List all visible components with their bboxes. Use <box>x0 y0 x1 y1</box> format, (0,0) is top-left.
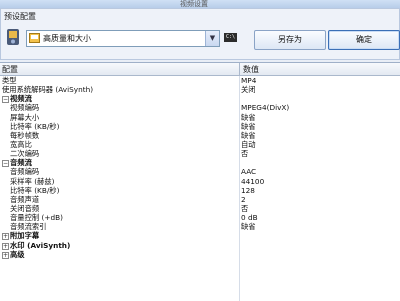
grid-property-row[interactable]: 宽高比 自动 <box>0 140 400 149</box>
preset-select[interactable]: 高质量和大小 ▼ <box>26 30 220 47</box>
property-name: 音频流 <box>10 158 32 168</box>
property-value[interactable]: MP4 <box>241 76 256 85</box>
grid-property-row[interactable]: 音频声道 2 <box>0 195 400 204</box>
ok-button[interactable]: 确定 <box>328 30 400 50</box>
preset-group: 预设配置 高质量和大小 ▼ C:\ 另存为 确定 <box>0 8 400 60</box>
property-name: 比特率 (KB/秒) <box>10 185 60 195</box>
grid-header: 配置 数值 <box>0 63 400 76</box>
property-name: 水印 (AviSynth) <box>10 240 71 250</box>
property-name: 视频流 <box>10 94 32 104</box>
grid-property-row[interactable]: 每秒帧数 缺省 <box>0 131 400 140</box>
collapse-icon[interactable]: − <box>2 96 9 104</box>
property-value[interactable]: 否 <box>241 149 248 158</box>
property-value[interactable]: MPEG4(DivX) <box>241 103 289 112</box>
grid-property-row[interactable]: 使用系统解码器 (AviSynth) 关闭 <box>0 85 400 94</box>
grid-property-row[interactable]: 屏幕大小 缺省 <box>0 113 400 122</box>
grid-property-row[interactable]: 二次编码 否 <box>0 149 400 158</box>
grid-property-row[interactable]: 比特率 (KB/秒) 缺省 <box>0 122 400 131</box>
preset-item-icon <box>29 33 40 43</box>
property-name: 关闭音频 <box>10 203 40 213</box>
grid-category-row[interactable]: + 水印 (AviSynth) <box>0 241 400 250</box>
property-value[interactable]: 2 <box>241 195 246 204</box>
property-name: 类型 <box>2 76 17 85</box>
property-value[interactable]: AAC <box>241 167 256 176</box>
property-name: 音量控制 (+dB) <box>10 213 63 223</box>
grid-property-row[interactable]: 音频流索引 缺省 <box>0 222 400 231</box>
grid-property-row[interactable]: 类型 MP4 <box>0 76 400 85</box>
grid-property-row[interactable]: 比特率 (KB/秒) 128 <box>0 186 400 195</box>
preset-device-icon <box>5 28 21 46</box>
property-name: 采样率 (赫兹) <box>10 176 55 186</box>
property-name: 音频声道 <box>10 194 40 204</box>
property-name: 使用系统解码器 (AviSynth) <box>2 85 94 95</box>
property-value[interactable]: 缺省 <box>241 122 256 131</box>
property-value[interactable]: 44100 <box>241 177 264 186</box>
grid-category-row[interactable]: + 高级 <box>0 250 400 259</box>
grid-property-row[interactable]: 视频编码 MPEG4(DivX) <box>0 103 400 112</box>
column-divider[interactable] <box>239 63 240 75</box>
property-value[interactable]: 缺省 <box>241 131 256 140</box>
grid-category-row[interactable]: − 音频流 <box>0 158 400 168</box>
property-value[interactable]: 否 <box>241 204 248 213</box>
property-value[interactable]: 关闭 <box>241 85 256 94</box>
property-value[interactable]: 128 <box>241 186 255 195</box>
property-value[interactable]: 缺省 <box>241 113 256 122</box>
grid-property-row[interactable]: 音量控制 (+dB) 0 dB <box>0 213 400 222</box>
expand-icon[interactable]: + <box>2 251 9 259</box>
grid-property-row[interactable]: 关闭音频 否 <box>0 204 400 213</box>
save-as-button[interactable]: 另存为 <box>254 30 326 50</box>
grid-category-row[interactable]: − 视频流 <box>0 94 400 104</box>
property-value[interactable]: 自动 <box>241 140 256 149</box>
expand-icon[interactable]: + <box>2 242 9 250</box>
collapse-icon[interactable]: − <box>2 160 9 168</box>
chevron-down-icon[interactable]: ▼ <box>205 31 219 46</box>
grid-property-row[interactable]: 音频编码 AAC <box>0 167 400 176</box>
column-header-value[interactable]: 数值 <box>243 64 259 75</box>
property-value[interactable]: 缺省 <box>241 222 256 231</box>
property-name: 每秒帧数 <box>10 130 40 140</box>
property-value[interactable]: 0 dB <box>241 213 258 222</box>
grid-category-row[interactable]: + 附加字幕 <box>0 231 400 241</box>
preset-legend: 预设配置 <box>4 12 36 21</box>
expand-icon[interactable]: + <box>2 233 9 241</box>
command-line-icon[interactable]: C:\ <box>224 33 237 42</box>
property-name: 比特率 (KB/秒) <box>10 121 60 131</box>
property-name: 音频编码 <box>10 167 40 177</box>
property-name: 屏幕大小 <box>10 112 40 122</box>
preset-select-value: 高质量和大小 <box>43 34 91 43</box>
property-name: 二次编码 <box>10 149 40 159</box>
property-name: 音频流索引 <box>10 222 47 232</box>
column-header-config[interactable]: 配置 <box>2 64 18 75</box>
property-name: 附加字幕 <box>10 231 40 241</box>
grid-rows: 类型 MP4 使用系统解码器 (AviSynth) 关闭 − 视频流 视频编码 MPEG4(D… <box>0 76 400 259</box>
grid-property-row[interactable]: 采样率 (赫兹) 44100 <box>0 177 400 186</box>
property-name: 宽高比 <box>10 139 32 149</box>
property-name: 高级 <box>10 249 25 259</box>
settings-property-grid: 配置 数值 类型 MP4 使用系统解码器 (AviSynth) 关闭 − 视频流 视频编码 M… <box>0 62 400 301</box>
property-name: 视频编码 <box>10 103 40 113</box>
